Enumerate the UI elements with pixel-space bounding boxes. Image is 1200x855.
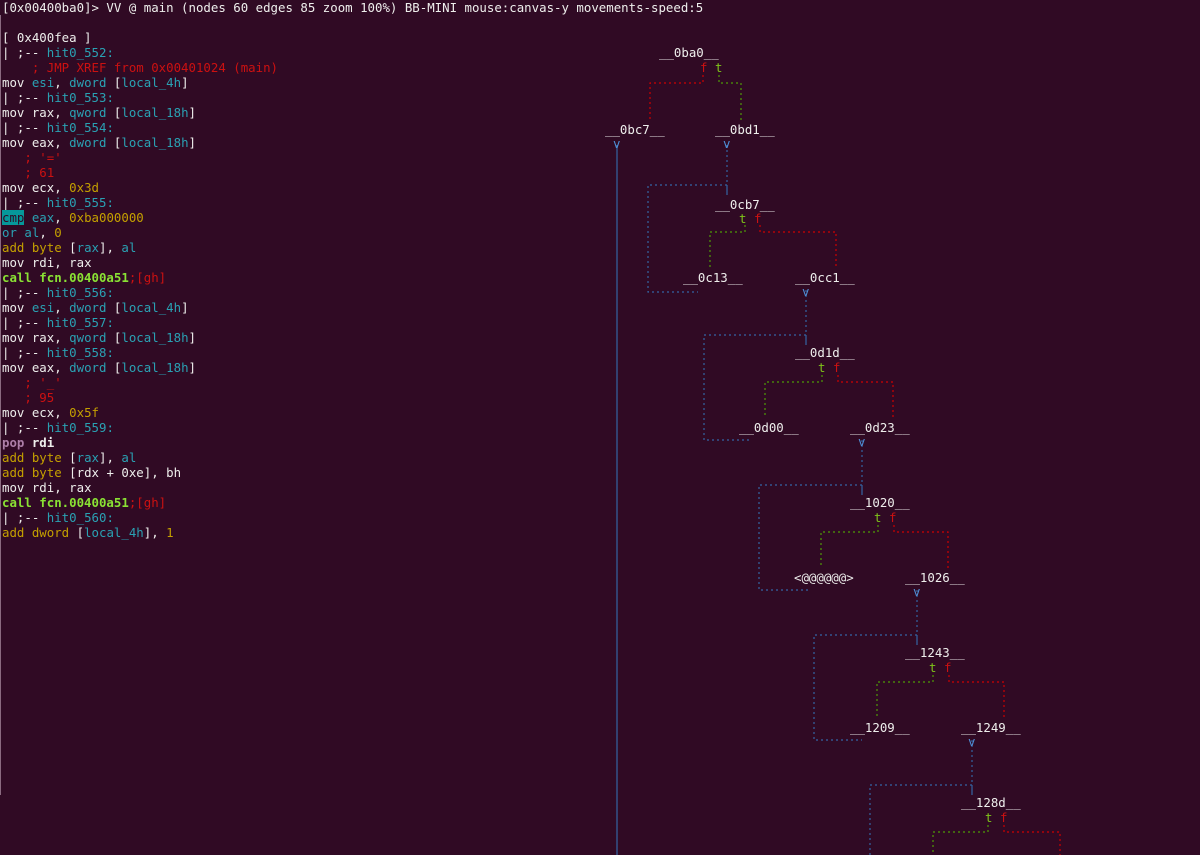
arrow-down-icon: v [968,734,976,749]
graph-node-1026[interactable]: __1026__ [905,570,965,585]
graph-node-0c13[interactable]: __0c13__ [683,270,743,285]
graph-node-0ba0[interactable]: __0ba0__ [659,45,719,60]
branch-labels: t f [818,360,841,375]
graph-node-0bd1[interactable]: __0bd1__ [715,122,775,137]
graph-node-0bc7[interactable]: __0bc7__ [605,122,665,137]
graph-node-0d1d[interactable]: __0d1d__ [795,345,855,360]
arrow-down-icon: v [858,434,866,449]
branch-labels: t f [929,660,952,675]
graph-node-1020[interactable]: __1020__ [850,495,910,510]
arrow-down-icon: v [613,136,621,151]
branch-labels: f t [700,60,723,75]
graph-node-selected[interactable]: <@@@@@@> [794,570,854,585]
graph-node-1249[interactable]: __1249__ [961,720,1021,735]
graph-node-128d[interactable]: __128d__ [961,795,1021,810]
graph-node-0d00[interactable]: __0d00__ [739,420,799,435]
branch-labels: t f [739,211,762,226]
arrow-down-icon: v [802,284,810,299]
graph-node-0cb7[interactable]: __0cb7__ [715,197,775,212]
graph-node-1209[interactable]: __1209__ [850,720,910,735]
graph-node-0cc1[interactable]: __0cc1__ [795,270,855,285]
graph-node-1243[interactable]: __1243__ [905,645,965,660]
graph-node-0d23[interactable]: __0d23__ [850,420,910,435]
terminal-window: [0x00400ba0]> VV @ main (nodes 60 edges … [0,0,1200,855]
branch-labels: t f [874,510,897,525]
arrow-down-icon: v [723,136,731,151]
branch-labels: t f [985,810,1008,825]
arrow-down-icon: v [913,584,921,599]
